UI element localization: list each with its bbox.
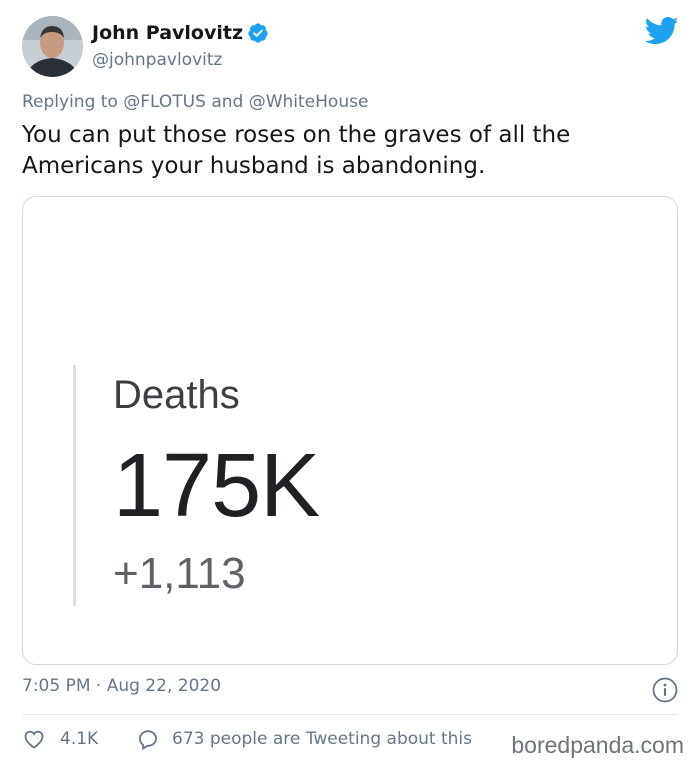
- watermark: boredpanda.com: [509, 732, 686, 759]
- verified-badge-icon: [248, 23, 268, 43]
- media-divider-bar: [73, 365, 76, 606]
- replying-conjunction: and: [211, 92, 244, 112]
- mention-flotus[interactable]: @FLOTUS: [123, 92, 206, 112]
- like-button[interactable]: 4.1K: [22, 727, 98, 751]
- author-name[interactable]: John Pavlovitz: [92, 22, 243, 44]
- avatar-photo: [22, 16, 83, 77]
- media-deaths-label: Deaths: [113, 373, 240, 417]
- tweet-media-image[interactable]: Deaths 175K +1,113: [22, 196, 678, 665]
- heart-icon: [24, 730, 44, 749]
- media-deaths-value: 175K: [113, 436, 320, 536]
- conversation-text: 673 people are Tweeting about this: [172, 729, 472, 749]
- avatar[interactable]: [22, 16, 83, 77]
- twitter-bird-icon[interactable]: [645, 16, 679, 46]
- replying-prefix: Replying to: [22, 92, 118, 112]
- replying-to: Replying to @FLOTUS and @WhiteHouse: [22, 92, 368, 112]
- tweet-timestamp[interactable]: 7:05 PM · Aug 22, 2020: [22, 676, 221, 696]
- author-name-row: John Pavlovitz: [92, 22, 269, 44]
- mention-whitehouse[interactable]: @WhiteHouse: [249, 92, 369, 112]
- divider: [22, 714, 678, 715]
- comment-icon: [139, 730, 157, 751]
- media-deaths-delta: +1,113: [113, 549, 246, 598]
- conversation-button[interactable]: 673 people are Tweeting about this: [136, 727, 472, 751]
- info-icon[interactable]: [652, 677, 678, 703]
- tweet-text: You can put those roses on the graves of…: [22, 122, 571, 179]
- like-count: 4.1K: [60, 729, 99, 749]
- author-handle[interactable]: @johnpavlovitz: [92, 50, 222, 70]
